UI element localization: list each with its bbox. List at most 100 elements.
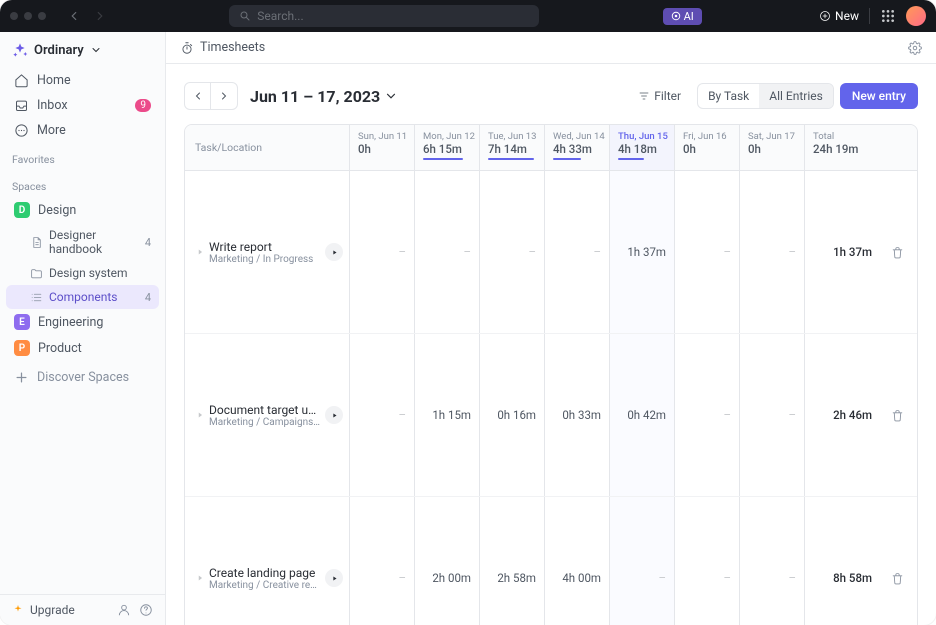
prev-week-button[interactable] — [185, 83, 211, 109]
time-cell[interactable]: – — [545, 171, 610, 333]
inbox-icon — [14, 98, 29, 113]
row-total: 2h 46m — [805, 334, 880, 496]
play-button[interactable] — [325, 243, 343, 261]
time-cell[interactable]: 2h 58m — [480, 497, 545, 625]
play-icon — [331, 412, 338, 419]
day-column-header: Fri, Jun 160h — [675, 125, 740, 170]
expand-caret-icon[interactable] — [195, 340, 205, 490]
time-cell[interactable]: 0h 16m — [480, 334, 545, 496]
play-icon — [331, 575, 338, 582]
seg-all-entries[interactable]: All Entries — [759, 84, 833, 108]
time-cell[interactable]: 0h 42m — [610, 334, 675, 496]
time-cell[interactable]: – — [740, 497, 805, 625]
new-button[interactable]: New — [819, 9, 859, 23]
expand-caret-icon[interactable] — [195, 503, 205, 625]
time-cell[interactable]: – — [740, 171, 805, 333]
help-icon[interactable] — [139, 603, 153, 617]
day-column-header: Mon, Jun 126h 15m — [415, 125, 480, 170]
close-dot[interactable] — [10, 12, 18, 20]
subitem-count: 4 — [145, 291, 151, 304]
task-location: Marketing / Creative reque... — [209, 580, 321, 591]
day-bar — [488, 158, 534, 160]
table-row: Write report Marketing / In Progress –––… — [185, 171, 917, 334]
new-entry-button[interactable]: New entry — [840, 83, 918, 109]
day-column-header: Wed, Jun 144h 33m — [545, 125, 610, 170]
day-column-header: Thu, Jun 154h 18m — [610, 125, 675, 170]
sidebar-item-home[interactable]: Home — [6, 68, 159, 93]
sidebar-item-inbox[interactable]: Inbox 9 — [6, 93, 159, 118]
space-subitem[interactable]: Designer handbook4 — [6, 223, 159, 261]
next-week-button[interactable] — [211, 83, 237, 109]
time-cell[interactable]: – — [350, 334, 415, 496]
day-label: Sun, Jun 11 — [358, 131, 406, 142]
time-cell[interactable]: – — [415, 171, 480, 333]
minimize-dot[interactable] — [24, 12, 32, 20]
breadcrumb-label: Timesheets — [200, 40, 265, 55]
day-total: 0h — [683, 142, 731, 156]
time-cell[interactable]: – — [480, 171, 545, 333]
time-cell[interactable]: 1h 37m — [610, 171, 675, 333]
space-name: Engineering — [38, 315, 103, 330]
time-cell[interactable]: 0h 33m — [545, 334, 610, 496]
plus-circle-icon — [819, 10, 831, 22]
settings-button[interactable] — [908, 41, 922, 55]
delete-row-button[interactable] — [880, 171, 914, 333]
time-cell[interactable]: – — [610, 497, 675, 625]
maximize-dot[interactable] — [38, 12, 46, 20]
play-button[interactable] — [325, 406, 343, 424]
delete-row-button[interactable] — [880, 497, 914, 625]
chevron-left-icon — [67, 9, 81, 23]
sidebar-item-more[interactable]: More — [6, 118, 159, 143]
day-total: 7h 14m — [488, 142, 536, 156]
time-cell[interactable]: 4h 00m — [545, 497, 610, 625]
view-toggle: By Task All Entries — [697, 83, 834, 109]
day-total: 4h 33m — [553, 142, 601, 156]
sidebar: Ordinary Home Inbox 9 More Favorites — [0, 32, 166, 625]
date-range-picker[interactable]: Jun 11 – 17, 2023 — [250, 87, 398, 106]
table-row: Document target users Marketing / Campai… — [185, 334, 917, 497]
play-button[interactable] — [325, 569, 343, 587]
time-cell[interactable]: – — [350, 171, 415, 333]
space-item[interactable]: PProduct — [6, 335, 159, 361]
forward-button[interactable] — [88, 4, 112, 28]
task-name[interactable]: Write report — [209, 240, 321, 254]
doc-icon — [30, 236, 43, 249]
time-cell[interactable]: – — [675, 334, 740, 496]
time-cell[interactable]: – — [675, 171, 740, 333]
filter-icon — [638, 90, 650, 102]
time-cell[interactable]: – — [350, 497, 415, 625]
space-item[interactable]: DDesign — [6, 197, 159, 223]
time-cell[interactable]: 1h 15m — [415, 334, 480, 496]
seg-by-task[interactable]: By Task — [698, 84, 759, 108]
task-location: Marketing / Campaigns / J... — [209, 417, 321, 428]
ai-button[interactable]: AI — [663, 8, 702, 25]
discover-spaces[interactable]: Discover Spaces — [6, 365, 159, 390]
workspace-switcher[interactable]: Ordinary — [0, 32, 165, 68]
inbox-badge: 9 — [135, 99, 151, 112]
upgrade-link[interactable]: Upgrade — [30, 603, 75, 617]
chevron-right-icon — [93, 9, 107, 23]
home-icon — [14, 73, 29, 88]
user-icon[interactable] — [117, 603, 131, 617]
space-badge: E — [14, 314, 30, 330]
space-subitem[interactable]: Components4 — [6, 285, 159, 309]
task-name[interactable]: Create landing page — [209, 566, 321, 580]
day-total: 0h — [358, 142, 406, 156]
search-input[interactable]: Search... — [229, 5, 539, 27]
sidebar-footer: Upgrade — [0, 594, 165, 625]
table-row: Create landing page Marketing / Creative… — [185, 497, 917, 625]
space-item[interactable]: E Engineering — [6, 309, 159, 335]
window-controls — [10, 12, 46, 20]
time-cell[interactable]: – — [675, 497, 740, 625]
apps-icon[interactable] — [880, 8, 896, 24]
task-name[interactable]: Document target users — [209, 403, 321, 417]
filter-button[interactable]: Filter — [628, 84, 691, 108]
trash-icon — [891, 572, 904, 585]
time-cell[interactable]: – — [740, 334, 805, 496]
time-cell[interactable]: 2h 00m — [415, 497, 480, 625]
avatar[interactable] — [906, 6, 926, 26]
space-subitem[interactable]: Design system — [6, 261, 159, 285]
back-button[interactable] — [62, 4, 86, 28]
expand-caret-icon[interactable] — [195, 177, 205, 327]
delete-row-button[interactable] — [880, 334, 914, 496]
